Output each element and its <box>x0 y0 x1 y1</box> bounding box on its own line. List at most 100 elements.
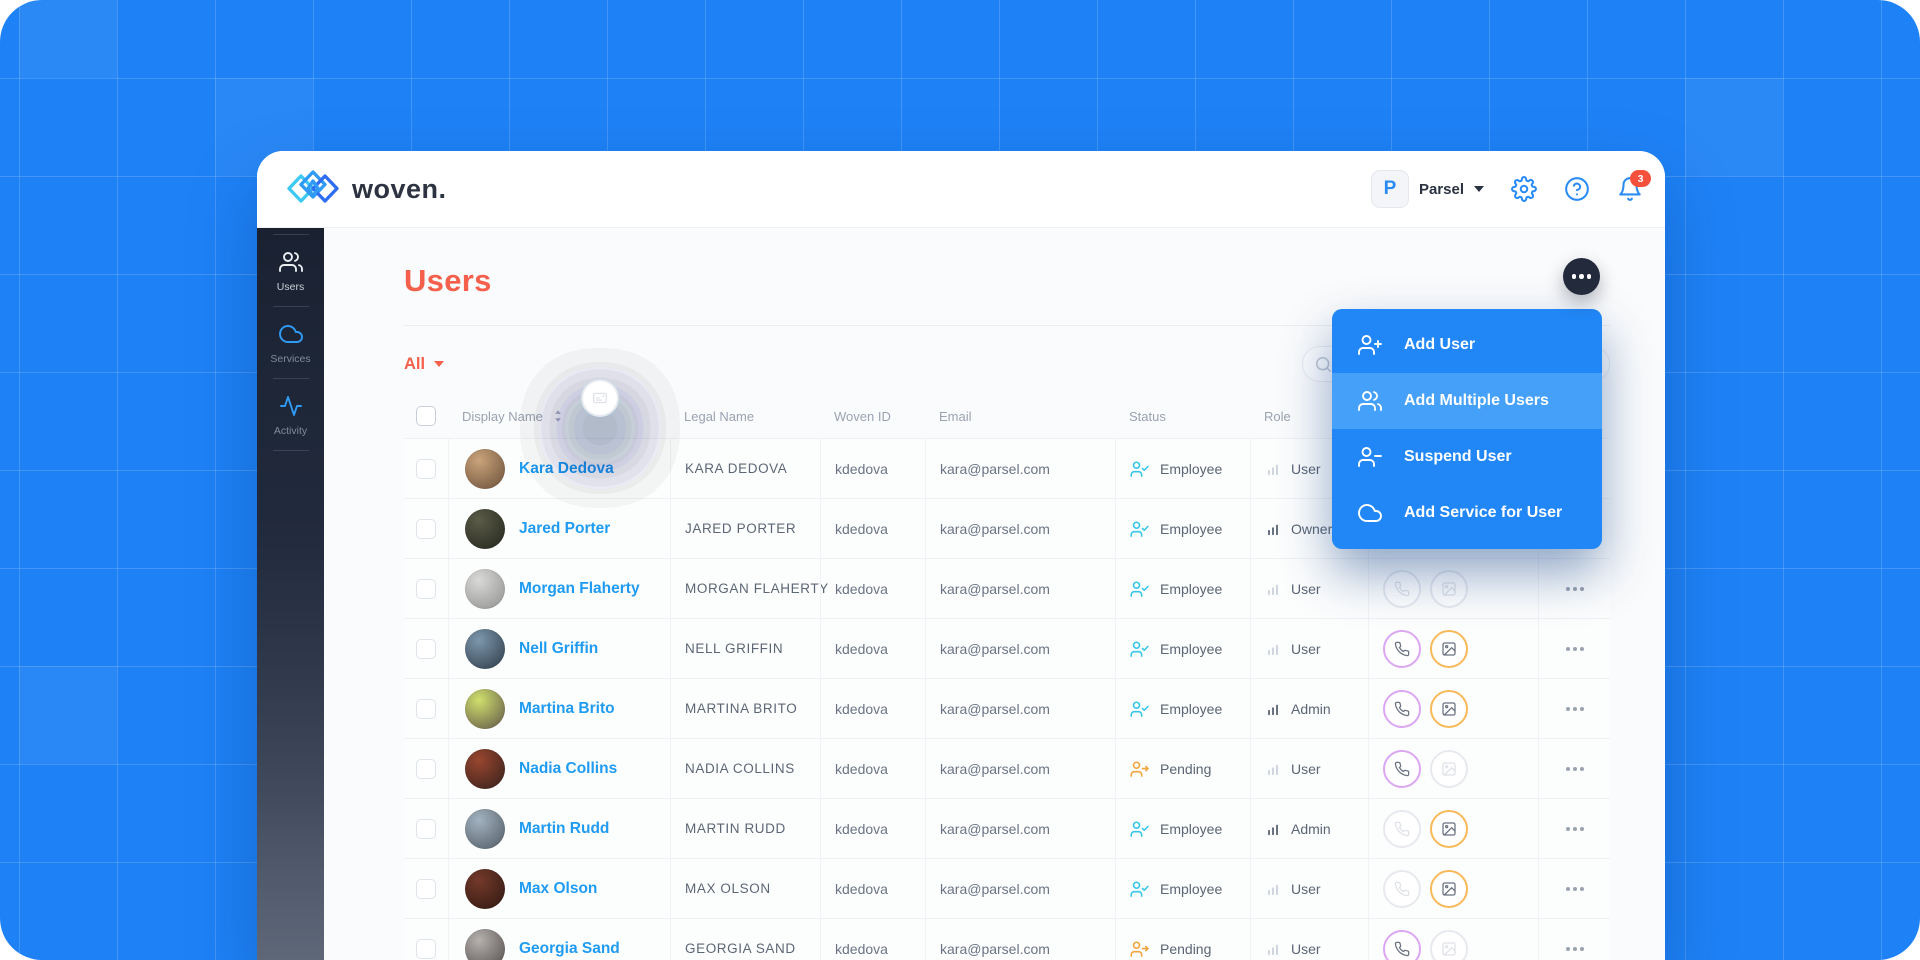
display-name-link[interactable]: Nell Griffin <box>519 640 598 658</box>
role-label: User <box>1291 640 1321 657</box>
user-check-icon <box>1130 519 1150 539</box>
menu-item-suspend-user[interactable]: Suspend User <box>1332 429 1602 485</box>
workspace-switcher[interactable]: P Parsel <box>1370 170 1484 208</box>
gear-icon[interactable] <box>1511 176 1537 202</box>
sidebar-item-label: Services <box>270 353 311 365</box>
phone-action-button[interactable] <box>1383 569 1421 608</box>
menu-item-add-service-for-user[interactable]: Add Service for User <box>1332 485 1602 541</box>
phone-action-button[interactable] <box>1383 809 1421 848</box>
email: kara@parsel.com <box>940 460 1050 477</box>
status-badge: Employee <box>1115 439 1250 498</box>
legal-name: MAX OLSON <box>685 881 771 896</box>
image-action-button[interactable] <box>1430 929 1468 960</box>
phone-action-button[interactable] <box>1383 689 1421 728</box>
status-badge: Employee <box>1115 679 1250 738</box>
menu-item-label: Add Service for User <box>1404 504 1563 521</box>
avatar <box>465 808 505 849</box>
row-actions <box>581 379 1538 618</box>
card-action-button[interactable] <box>581 379 619 417</box>
row-checkbox[interactable] <box>416 878 436 899</box>
row-more-button[interactable] <box>1560 941 1590 957</box>
row-actions <box>581 379 1538 738</box>
woven-id: kdedova <box>835 760 888 777</box>
row-checkbox[interactable] <box>416 578 436 599</box>
display-name-link[interactable]: Georgia Sand <box>519 940 620 958</box>
image-action-button[interactable] <box>1430 749 1468 788</box>
header-status: Status <box>1129 408 1166 424</box>
row-checkbox[interactable] <box>416 698 436 719</box>
phone-action-button[interactable] <box>1383 629 1421 668</box>
help-icon[interactable] <box>1564 176 1590 202</box>
sidebar-item-services[interactable]: Services <box>257 307 324 378</box>
row-checkbox[interactable] <box>416 638 436 659</box>
row-more-button[interactable] <box>1560 881 1590 897</box>
sidebar-item-users[interactable]: Users <box>257 235 324 306</box>
row-more-button[interactable] <box>1560 701 1590 717</box>
role-cell: Admin <box>1250 679 1368 738</box>
row-more-button[interactable] <box>1560 821 1590 837</box>
image-action-button[interactable] <box>1430 809 1468 848</box>
status-badge: Employee <box>1115 799 1250 858</box>
display-name-link[interactable]: Jared Porter <box>519 520 610 538</box>
display-name-link[interactable]: Martina Brito <box>519 700 615 718</box>
row-more-button[interactable] <box>1560 641 1590 657</box>
header-display-name[interactable]: Display Name <box>448 409 670 424</box>
legal-name: MORGAN FLAHERTY <box>685 581 829 596</box>
phone-action-button[interactable] <box>1383 929 1421 960</box>
table-row: Martina Brito MARTINA BRITO kdedova kara… <box>404 379 1610 738</box>
row-checkbox[interactable] <box>416 758 436 779</box>
woven-id: kdedova <box>835 580 888 597</box>
select-all-checkbox[interactable] <box>416 406 436 426</box>
role-cell: User <box>1250 919 1368 960</box>
menu-item-add-user[interactable]: Add User <box>1332 317 1602 373</box>
topbar: woven. P Parsel 3 <box>257 151 1665 228</box>
avatar <box>465 688 505 729</box>
row-more-button[interactable] <box>1560 761 1590 777</box>
display-name-link[interactable]: Max Olson <box>519 880 597 898</box>
menu-item-add-multiple-users[interactable]: Add Multiple Users <box>1332 373 1602 429</box>
display-name-link[interactable]: Martin Rudd <box>519 820 609 838</box>
row-checkbox[interactable] <box>416 818 436 839</box>
more-actions-button[interactable] <box>1563 258 1600 295</box>
image-action-button[interactable] <box>1430 629 1468 668</box>
bell-icon[interactable]: 3 <box>1617 170 1651 202</box>
display-name-link[interactable]: Morgan Flaherty <box>519 580 640 598</box>
display-name-link[interactable]: Kara Dedova <box>519 460 614 478</box>
row-checkbox[interactable] <box>416 458 436 479</box>
avatar <box>465 568 505 609</box>
background-deco-cell <box>1685 78 1783 176</box>
row-checkbox[interactable] <box>416 518 436 539</box>
image-action-button[interactable] <box>1430 869 1468 908</box>
email: kara@parsel.com <box>940 820 1050 837</box>
header-display-name-label: Display Name <box>462 408 543 424</box>
menu-item-label: Add User <box>1404 336 1476 353</box>
row-actions <box>581 379 1538 918</box>
role-cell: User <box>1250 859 1368 918</box>
sort-icon <box>551 409 565 423</box>
sidebar-divider <box>272 450 309 451</box>
cloud-icon <box>278 322 303 346</box>
sidebar-item-activity[interactable]: Activity <box>257 379 324 450</box>
image-action-button[interactable] <box>1430 689 1468 728</box>
phone-action-button[interactable] <box>1383 749 1421 788</box>
screenshot-frame: woven. P Parsel 3 Users Services Activit… <box>0 0 1920 960</box>
legal-name: KARA DEDOVA <box>685 461 788 476</box>
display-name-link[interactable]: Nadia Collins <box>519 760 617 778</box>
status-badge: Employee <box>1115 619 1250 678</box>
header-woven-id: Woven ID <box>834 408 891 424</box>
status-label: Pending <box>1160 760 1212 777</box>
legal-name: GEORGIA SAND <box>685 941 796 956</box>
row-checkbox[interactable] <box>416 938 436 959</box>
role-cell: User <box>1250 619 1368 678</box>
phone-action-button[interactable] <box>1383 869 1421 908</box>
user-check-icon <box>1130 879 1150 899</box>
table-row: Georgia Sand GEORGIA SAND kdedova kara@p… <box>404 379 1610 960</box>
filter-label: All <box>404 354 426 373</box>
row-more-button[interactable] <box>1560 581 1590 597</box>
legal-name: NADIA COLLINS <box>685 761 795 776</box>
bars-icon <box>1265 581 1281 597</box>
filter-dropdown[interactable]: All <box>404 354 445 374</box>
image-action-button[interactable] <box>1430 569 1468 608</box>
status-badge: Employee <box>1115 859 1250 918</box>
role-label: Admin <box>1291 820 1331 837</box>
